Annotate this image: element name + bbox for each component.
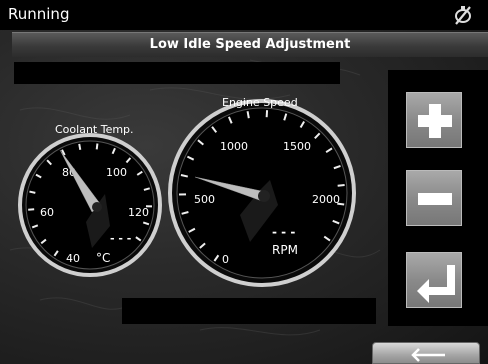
engine-tick-mark: [246, 111, 250, 119]
back-arrow-icon: [411, 348, 445, 362]
enter-button[interactable]: [406, 252, 462, 308]
coolant-tick-mark: [29, 190, 36, 194]
engine-tick-1500: 1500: [283, 140, 311, 153]
no-connection-icon: [455, 6, 471, 25]
enter-icon: [417, 265, 455, 303]
coolant-readout: - - -: [110, 232, 131, 245]
engine-tick-1000: 1000: [220, 140, 248, 153]
increase-button[interactable]: [406, 92, 462, 148]
coolant-tick-120: 120: [128, 206, 149, 219]
coolant-unit: °C: [96, 251, 110, 265]
coolant-gauge-label: Coolant Temp.: [55, 123, 134, 136]
coolant-tick-40: 40: [66, 252, 80, 265]
coolant-tick-100: 100: [106, 166, 127, 179]
coolant-tick-mark: [95, 143, 99, 150]
message-area-bottom: [122, 298, 376, 324]
engine-tick-0: 0: [222, 253, 229, 266]
engine-tick-mark: [337, 184, 345, 187]
back-button[interactable]: [372, 342, 480, 364]
engine-unit: RPM: [272, 243, 298, 257]
screen: Running Low Idle Speed Adjustment 40 60 …: [0, 0, 488, 364]
decrease-button[interactable]: [406, 170, 462, 226]
engine-tick-2000: 2000: [312, 193, 340, 206]
engine-speed-gauge: 0 500 1000 1500 2000 - - - RPM: [168, 99, 356, 287]
coolant-tick-mark: [78, 143, 82, 151]
coolant-tick-60: 60: [40, 206, 54, 219]
engine-tick-500: 500: [194, 193, 215, 206]
engine-readout: - - -: [272, 225, 295, 239]
minus-icon: [418, 193, 452, 205]
coolant-temp-gauge: 40 60 80 100 120 °C - - -: [18, 133, 162, 277]
plus-icon: [418, 104, 452, 138]
engine-gauge-label: Engine Speed: [222, 96, 298, 109]
